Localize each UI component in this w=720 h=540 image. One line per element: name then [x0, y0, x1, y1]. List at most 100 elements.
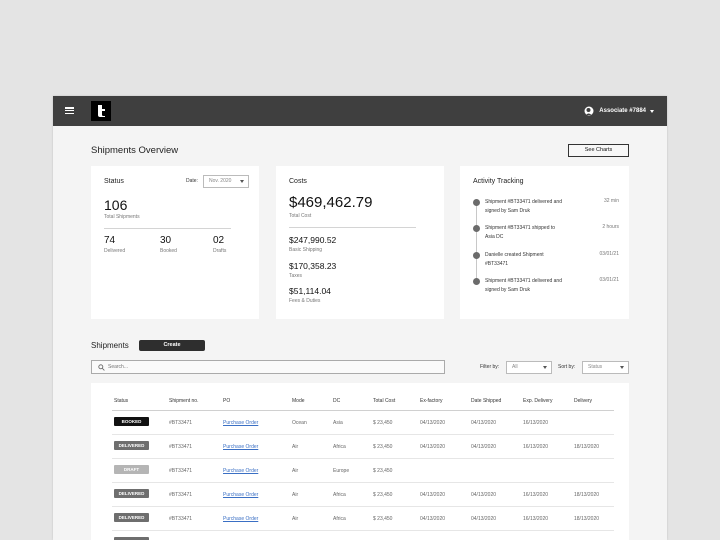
status-badge: DELIVERED — [114, 489, 149, 498]
total-cost-cell: $ 23,450 — [373, 444, 393, 450]
purchase-order-link[interactable]: Purchase Order — [223, 420, 258, 426]
search-input[interactable] — [108, 361, 438, 373]
activity-line: Shipment #BT33471 delivered and — [485, 278, 562, 284]
activity-time: 2 hours — [602, 224, 619, 230]
see-charts-button[interactable]: See Charts — [568, 144, 629, 157]
stat-drafts: 02 Drafts — [213, 235, 226, 254]
activity-line: Danielle created Shipment — [485, 252, 544, 258]
filter-select-value: All — [512, 364, 518, 370]
exp-delivery-cell: 16/13/2020 — [523, 420, 549, 426]
filter-select[interactable]: All — [506, 361, 552, 374]
table-header: Status Shipment no. PO Mode DC Total Cos… — [112, 391, 614, 411]
delivery-cell: 18/13/2020 — [574, 516, 600, 522]
costs-card: Costs $469,462.79 Total Cost $247,990.52… — [276, 166, 444, 319]
date-shipped-cell: 04/13/2020 — [471, 444, 497, 450]
exp-delivery-cell: 16/13/2020 — [523, 516, 549, 522]
stat-value: 02 — [213, 235, 225, 246]
purchase-order-link[interactable]: Purchase Order — [223, 468, 258, 474]
timeline-dot-icon — [473, 252, 480, 259]
ex-factory-cell: 04/13/2020 — [420, 444, 446, 450]
total-cost-label: Total Cost — [289, 213, 312, 219]
total-shipments-value: 106 — [104, 197, 128, 213]
shipments-title: Shipments — [91, 341, 129, 350]
purchase-order-link[interactable]: Purchase Order — [223, 492, 258, 498]
activity-text: Shipment #BT33471 shipped to Asia DC — [485, 224, 569, 242]
column-header[interactable]: Total Cost — [373, 398, 395, 404]
user-name: Associate #7884 — [599, 108, 646, 114]
shipment-number-cell: #BT33471 — [169, 492, 193, 498]
shipment-number-cell: #BT33471 — [169, 444, 193, 450]
total-cost-cell: $ 23,450 — [373, 468, 393, 474]
activity-line: signed by Sam Druk — [485, 287, 531, 293]
activity-line: signed by Sam Druk — [485, 208, 531, 214]
chevron-down-icon — [650, 109, 654, 113]
user-menu[interactable]: Associate #7884 — [584, 96, 654, 126]
shipment-number-cell: #BT33471 — [169, 420, 193, 426]
shipment-number-cell: #BT33471 — [169, 468, 193, 474]
chevron-down-icon — [543, 366, 547, 369]
column-header[interactable]: DC — [333, 398, 340, 404]
chevron-down-icon — [240, 180, 244, 183]
purchase-order-link[interactable]: Purchase Order — [223, 444, 258, 450]
exp-delivery-cell: 16/13/2020 — [523, 444, 549, 450]
date-select[interactable]: Nov. 2020 — [203, 175, 249, 188]
stat-label: Delivered — [104, 248, 126, 254]
table-row[interactable]: DELIVERED#BT33471Purchase OrderAirAfrica… — [112, 483, 614, 507]
menu-icon[interactable] — [65, 107, 74, 114]
page-title: Shipments Overview — [91, 145, 179, 156]
search-box[interactable] — [91, 360, 445, 374]
shipment-number-cell: #BT33471 — [169, 516, 193, 522]
sort-select[interactable]: Status — [582, 361, 629, 374]
timeline-line — [476, 202, 477, 282]
column-header[interactable]: PO — [223, 398, 230, 404]
sort-label: Sort by: — [558, 364, 576, 370]
date-shipped-cell: 04/13/2020 — [471, 516, 497, 522]
activity-time: 32 min — [603, 198, 619, 204]
column-header[interactable]: Ex-factory — [420, 398, 443, 404]
table-row[interactable]: DELIVERED#BT33471Purchase OrderAirAfrica… — [112, 531, 614, 540]
status-badge: DELIVERED — [114, 513, 149, 522]
mode-cell: Ocean — [292, 420, 307, 426]
create-button[interactable]: Create — [139, 340, 205, 351]
table-row[interactable]: DELIVERED#BT33471Purchase OrderAirAfrica… — [112, 507, 614, 531]
cost-taxes: $170,358.23 Taxes — [289, 261, 336, 279]
cost-value: $247,990.52 — [289, 235, 337, 245]
table-row[interactable]: DELIVERED#BT33471Purchase OrderAirAfrica… — [112, 435, 614, 459]
shipments-table: Status Shipment no. PO Mode DC Total Cos… — [91, 383, 629, 540]
column-header[interactable]: Exp. Delivery — [523, 398, 552, 404]
mode-cell: Air — [292, 444, 299, 450]
activity-line: Asia DC — [485, 234, 504, 240]
mode-cell: Air — [292, 516, 299, 522]
ex-factory-cell: 04/13/2020 — [420, 516, 446, 522]
chevron-down-icon — [620, 366, 624, 369]
cost-label: Basic Shipping — [289, 247, 323, 253]
column-header[interactable]: Shipment no. — [169, 398, 198, 404]
divider — [104, 228, 231, 229]
column-header[interactable]: Status — [114, 398, 128, 404]
activity-text: Shipment #BT33471 delivered and signed by… — [485, 198, 569, 216]
divider — [289, 227, 416, 228]
activity-text: Shipment #BT33471 delivered and signed by… — [485, 277, 569, 295]
activity-card-title: Activity Tracking — [473, 178, 524, 185]
dc-cell: Asia — [333, 420, 343, 426]
activity-time: 03/01/21 — [599, 277, 619, 283]
logo[interactable] — [91, 101, 111, 121]
stat-label: Booked — [160, 248, 177, 254]
timeline-dot-icon — [473, 225, 480, 232]
column-header[interactable]: Date Shipped — [471, 398, 501, 404]
column-header[interactable]: Mode — [292, 398, 305, 404]
activity-card: Activity Tracking Shipment #BT33471 deli… — [460, 166, 629, 319]
ex-factory-cell: 04/13/2020 — [420, 420, 446, 426]
table-row[interactable]: BOOKED #BT33471 Purchase Order Ocean Asia $ 2… — [112, 411, 614, 435]
delivery-cell: 18/13/2020 — [574, 444, 600, 450]
cost-label: Taxes — [289, 273, 303, 279]
table-row[interactable]: DRAFT #BT33471 Purchase Order Air Europe $ 23… — [112, 459, 614, 483]
total-cost-cell: $ 23,450 — [373, 420, 393, 426]
purchase-order-link[interactable]: Purchase Order — [223, 516, 258, 522]
top-bar: Associate #7884 — [53, 96, 667, 126]
column-header[interactable]: Delivery — [574, 398, 592, 404]
stat-value: 74 — [104, 235, 116, 246]
total-cost-value: $469,462.79 — [289, 194, 373, 211]
stat-delivered: 74 Delivered — [104, 235, 125, 254]
stat-booked: 30 Booked — [160, 235, 177, 254]
